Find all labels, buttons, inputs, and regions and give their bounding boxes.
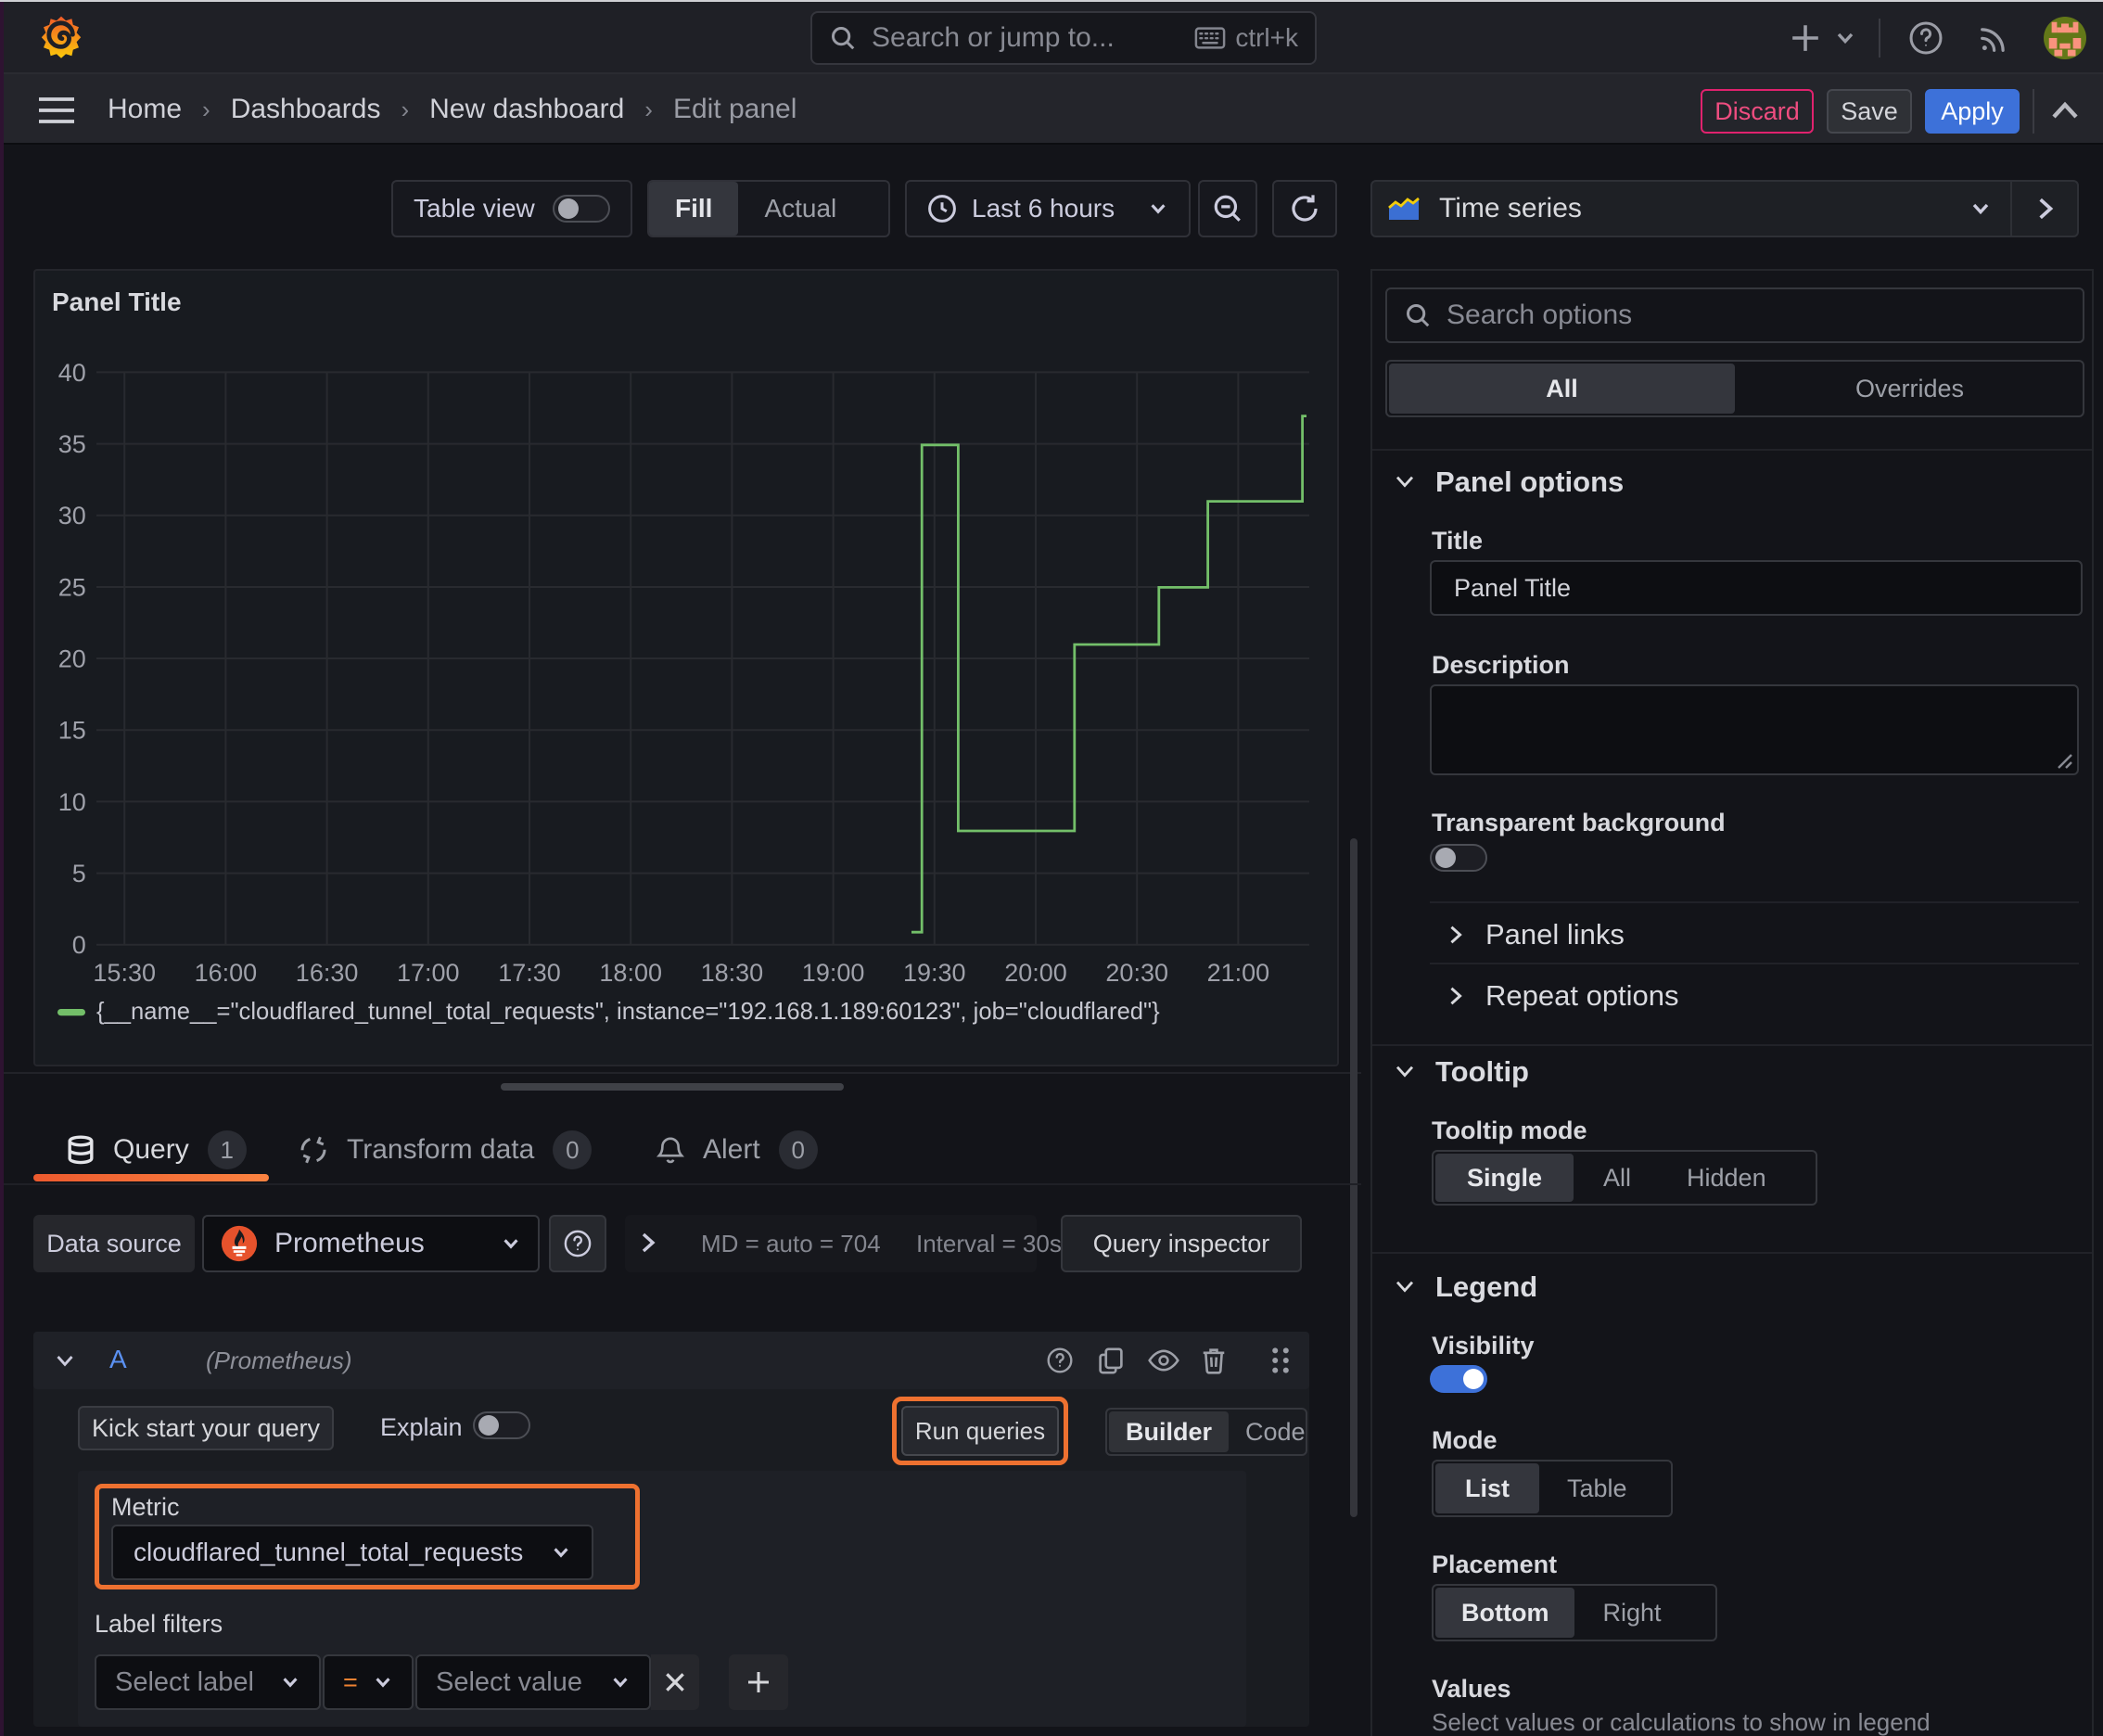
svg-text:17:00: 17:00 bbox=[397, 959, 460, 987]
svg-text:15:30: 15:30 bbox=[93, 959, 156, 987]
svg-text:40: 40 bbox=[58, 359, 86, 387]
svg-text:16:30: 16:30 bbox=[296, 959, 359, 987]
svg-text:10: 10 bbox=[58, 788, 86, 816]
svg-text:19:30: 19:30 bbox=[903, 959, 966, 987]
svg-text:0: 0 bbox=[72, 931, 86, 959]
svg-text:15: 15 bbox=[58, 717, 86, 745]
svg-text:18:00: 18:00 bbox=[599, 959, 662, 987]
svg-text:21:00: 21:00 bbox=[1207, 959, 1270, 987]
svg-text:20: 20 bbox=[58, 645, 86, 672]
svg-text:17:30: 17:30 bbox=[498, 959, 561, 987]
svg-text:19:00: 19:00 bbox=[802, 959, 865, 987]
svg-text:30: 30 bbox=[58, 502, 86, 530]
svg-text:35: 35 bbox=[58, 430, 86, 458]
svg-text:16:00: 16:00 bbox=[195, 959, 258, 987]
svg-text:20:30: 20:30 bbox=[1105, 959, 1168, 987]
svg-text:5: 5 bbox=[72, 860, 86, 887]
svg-text:{__name__="cloudflared_tunnel_: {__name__="cloudflared_tunnel_total_requ… bbox=[96, 999, 1160, 1025]
svg-text:20:00: 20:00 bbox=[1004, 959, 1067, 987]
svg-text:18:30: 18:30 bbox=[701, 959, 764, 987]
svg-text:25: 25 bbox=[58, 573, 86, 601]
